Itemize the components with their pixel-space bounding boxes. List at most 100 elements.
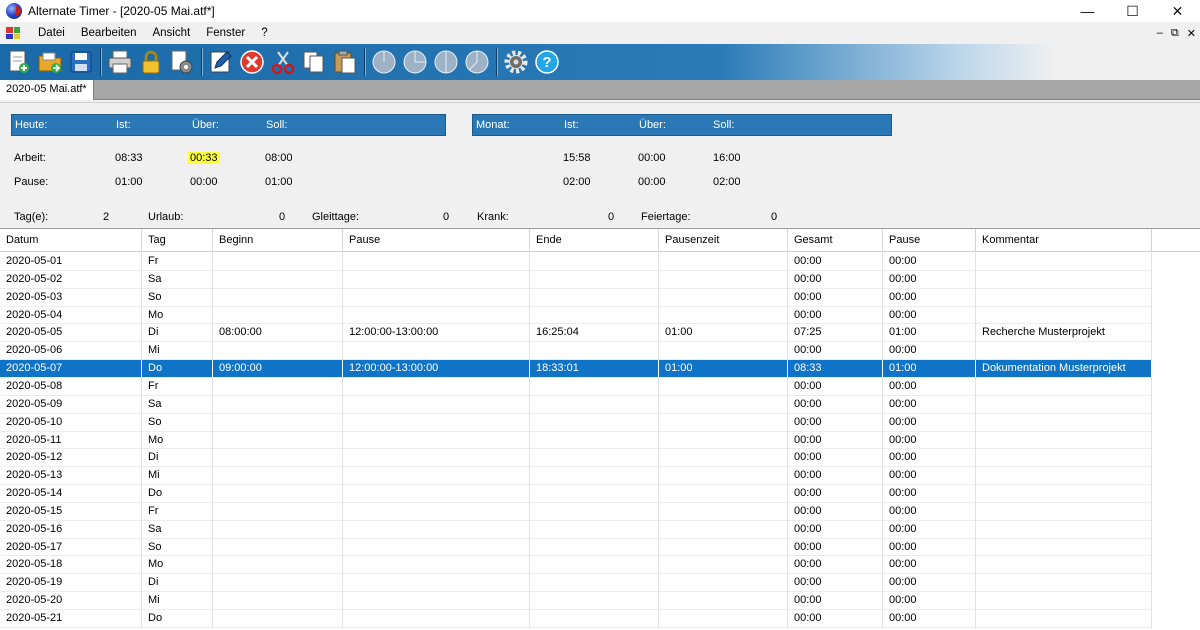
table-row[interactable]: 2020-05-09 Sa 00:00 00:00 — [0, 395, 1152, 414]
cell-pause-total[interactable]: 00:00 — [883, 288, 976, 307]
edit-button[interactable] — [206, 47, 235, 77]
cell-kommentar[interactable] — [976, 574, 1152, 593]
chart-button-3[interactable] — [431, 47, 460, 77]
cell-datum[interactable]: 2020-05-16 — [0, 520, 142, 539]
cell-ende[interactable] — [530, 377, 659, 396]
cell-beginn[interactable] — [213, 467, 343, 486]
cell-pause-total[interactable]: 00:00 — [883, 270, 976, 289]
cell-pause-total[interactable]: 00:00 — [883, 413, 976, 432]
cell-kommentar[interactable] — [976, 377, 1152, 396]
cell-gesamt[interactable]: 00:00 — [788, 502, 883, 521]
cell-datum[interactable]: 2020-05-02 — [0, 270, 142, 289]
cell-tag[interactable]: Fr — [142, 253, 213, 271]
cell-beginn[interactable] — [213, 556, 343, 575]
table-row[interactable]: 2020-05-12 Di 00:00 00:00 — [0, 449, 1152, 468]
cell-pausenzeit[interactable] — [659, 413, 788, 432]
menu-bearbeiten[interactable]: Bearbeiten — [73, 22, 145, 44]
cell-beginn[interactable] — [213, 270, 343, 289]
chart-button-4[interactable] — [462, 47, 491, 77]
cell-beginn[interactable] — [213, 520, 343, 539]
cell-gesamt[interactable]: 00:00 — [788, 288, 883, 307]
cell-pausenzeit[interactable]: 01:00 — [659, 360, 788, 378]
cell-datum[interactable]: 2020-05-15 — [0, 502, 142, 521]
menu-help[interactable]: ? — [253, 22, 275, 44]
maximize-button[interactable]: ☐ — [1110, 0, 1155, 22]
cell-ende[interactable] — [530, 538, 659, 557]
cell-datum[interactable]: 2020-05-01 — [0, 253, 142, 271]
cell-datum[interactable]: 2020-05-04 — [0, 306, 142, 325]
cell-pause[interactable]: 12:00:00-13:00:00 — [343, 360, 530, 378]
cell-beginn[interactable] — [213, 592, 343, 611]
cell-kommentar[interactable] — [976, 467, 1152, 486]
cell-kommentar[interactable] — [976, 413, 1152, 432]
cell-datum[interactable]: 2020-05-14 — [0, 485, 142, 503]
cell-datum[interactable]: 2020-05-21 — [0, 610, 142, 628]
cell-gesamt[interactable]: 00:00 — [788, 520, 883, 539]
cell-kommentar[interactable] — [976, 270, 1152, 289]
cell-pause[interactable] — [343, 306, 530, 325]
cell-beginn[interactable] — [213, 395, 343, 414]
cell-beginn[interactable] — [213, 485, 343, 503]
cell-kommentar[interactable]: Dokumentation Musterprojekt — [976, 360, 1152, 378]
paste-button[interactable] — [330, 47, 359, 77]
cell-gesamt[interactable]: 00:00 — [788, 574, 883, 593]
cell-ende[interactable]: 16:25:04 — [530, 324, 659, 343]
cell-tag[interactable]: So — [142, 538, 213, 557]
cell-pause-total[interactable]: 00:00 — [883, 538, 976, 557]
delete-button[interactable] — [237, 47, 266, 77]
column-header-gesamt[interactable]: Gesamt — [788, 229, 883, 252]
cell-tag[interactable]: Di — [142, 449, 213, 468]
cell-pausenzeit[interactable] — [659, 467, 788, 486]
cell-beginn[interactable] — [213, 610, 343, 628]
cell-pause[interactable] — [343, 413, 530, 432]
cell-beginn[interactable] — [213, 431, 343, 450]
cell-pausenzeit[interactable] — [659, 574, 788, 593]
cell-pausenzeit[interactable] — [659, 342, 788, 361]
cell-beginn[interactable] — [213, 574, 343, 593]
table-row[interactable]: 2020-05-04 Mo 00:00 00:00 — [0, 306, 1152, 325]
cell-ende[interactable] — [530, 413, 659, 432]
menu-datei[interactable]: Datei — [30, 22, 73, 44]
cell-ende[interactable] — [530, 395, 659, 414]
cell-gesamt[interactable]: 00:00 — [788, 377, 883, 396]
mdi-minimize-button[interactable]: – — [1157, 27, 1163, 39]
cell-ende[interactable] — [530, 485, 659, 503]
cell-tag[interactable]: Do — [142, 485, 213, 503]
cell-datum[interactable]: 2020-05-07 — [0, 360, 142, 378]
cell-tag[interactable]: Sa — [142, 520, 213, 539]
cell-ende[interactable] — [530, 592, 659, 611]
table-row[interactable]: 2020-05-21 Do 00:00 00:00 — [0, 610, 1152, 628]
close-button[interactable]: ✕ — [1155, 0, 1200, 22]
table-row[interactable]: 2020-05-05 Di 08:00:00 12:00:00-13:00:00 16:… — [0, 324, 1152, 343]
menu-fenster[interactable]: Fenster — [198, 22, 253, 44]
cell-pause[interactable] — [343, 377, 530, 396]
cell-pause-total[interactable]: 00:00 — [883, 467, 976, 486]
table-row[interactable]: 2020-05-19 Di 00:00 00:00 — [0, 574, 1152, 593]
cell-pause-total[interactable]: 00:00 — [883, 610, 976, 628]
cell-ende[interactable] — [530, 520, 659, 539]
cell-pause-total[interactable]: 01:00 — [883, 360, 976, 378]
cell-pause-total[interactable]: 00:00 — [883, 377, 976, 396]
chart-button-2[interactable] — [400, 47, 429, 77]
cell-ende[interactable] — [530, 288, 659, 307]
cell-gesamt[interactable]: 00:00 — [788, 306, 883, 325]
cell-pause[interactable] — [343, 502, 530, 521]
cell-ende[interactable] — [530, 502, 659, 521]
chart-button-1[interactable] — [369, 47, 398, 77]
cell-gesamt[interactable]: 00:00 — [788, 270, 883, 289]
cell-datum[interactable]: 2020-05-09 — [0, 395, 142, 414]
cell-pause[interactable] — [343, 538, 530, 557]
cell-gesamt[interactable]: 07:25 — [788, 324, 883, 343]
cell-kommentar[interactable] — [976, 342, 1152, 361]
table-row[interactable]: 2020-05-17 So 00:00 00:00 — [0, 538, 1152, 557]
cell-kommentar[interactable] — [976, 610, 1152, 628]
table-row[interactable]: 2020-05-20 Mi 00:00 00:00 — [0, 592, 1152, 611]
cell-datum[interactable]: 2020-05-17 — [0, 538, 142, 557]
cell-ende[interactable] — [530, 467, 659, 486]
cell-beginn[interactable]: 09:00:00 — [213, 360, 343, 378]
cell-pause[interactable] — [343, 395, 530, 414]
cell-ende[interactable] — [530, 449, 659, 468]
cell-kommentar[interactable] — [976, 253, 1152, 271]
cut-button[interactable] — [268, 47, 297, 77]
cell-pause-total[interactable]: 00:00 — [883, 485, 976, 503]
